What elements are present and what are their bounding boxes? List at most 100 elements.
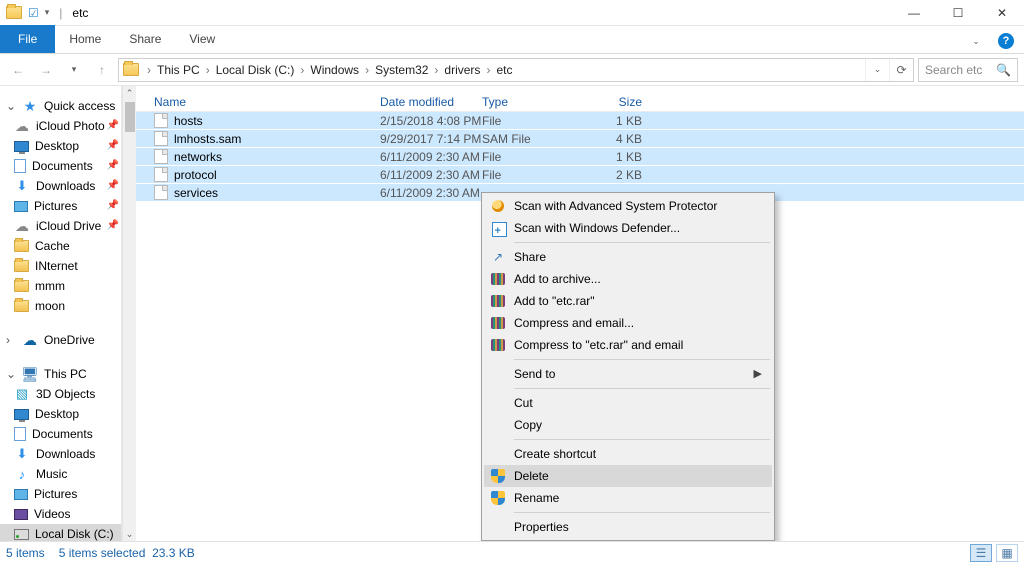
breadcrumb-drivers[interactable]: drivers xyxy=(440,63,484,77)
context-menu-item-cut[interactable]: Cut xyxy=(484,392,772,414)
tab-share[interactable]: Share xyxy=(115,25,175,53)
context-menu-label: Add to archive... xyxy=(514,272,601,286)
sidebar-item-music[interactable]: ♪Music xyxy=(0,464,121,484)
qat-checkbox-icon[interactable]: ☑ xyxy=(28,6,39,20)
cloud-icon: ☁ xyxy=(14,118,30,134)
file-name: protocol xyxy=(174,168,217,182)
sidebar-item-3d-objects[interactable]: ▧3D Objects xyxy=(0,384,121,404)
breadcrumb-sep[interactable]: › xyxy=(298,63,306,77)
context-menu-item-create-shortcut[interactable]: Create shortcut xyxy=(484,443,772,465)
file-row[interactable]: protocol6/11/2009 2:30 AMFile2 KB xyxy=(136,166,1024,184)
context-menu-item-scan-with-windows-defender[interactable]: Scan with Windows Defender... xyxy=(484,217,772,239)
file-type: File xyxy=(482,114,586,128)
address-folder-icon xyxy=(123,63,139,76)
sidebar-item-downloads[interactable]: ⬇Downloads xyxy=(0,444,121,464)
expand-caret-icon[interactable]: ⌄ xyxy=(6,367,16,381)
help-button[interactable]: ? xyxy=(994,29,1018,53)
sidebar-item-cache[interactable]: Cache xyxy=(0,236,121,256)
file-name: hosts xyxy=(174,114,203,128)
tab-view[interactable]: View xyxy=(175,25,229,53)
breadcrumb-sep[interactable]: › xyxy=(145,63,153,77)
sidebar-item-mmm[interactable]: mmm xyxy=(0,276,121,296)
context-menu-item-share[interactable]: ↗Share xyxy=(484,246,772,268)
docs-icon xyxy=(14,159,26,173)
scroll-up-arrow[interactable]: ⌃ xyxy=(123,86,137,100)
sidebar-item-this-pc[interactable]: ⌄🖥This PC xyxy=(0,364,121,384)
sidebar-item-downloads[interactable]: ⬇Downloads📌 xyxy=(0,176,121,196)
context-menu-item-send-to[interactable]: Send to▶ xyxy=(484,363,772,385)
breadcrumb-sep[interactable]: › xyxy=(432,63,440,77)
file-name: services xyxy=(174,186,218,200)
context-menu-item-rename[interactable]: Rename xyxy=(484,487,772,509)
sidebar-item-documents[interactable]: Documents xyxy=(0,424,121,444)
sidebar-item-local-disk-c-[interactable]: Local Disk (C:) xyxy=(0,524,121,541)
context-menu-item-properties[interactable]: Properties xyxy=(484,516,772,538)
column-header-date[interactable]: Date modified xyxy=(380,95,482,109)
context-menu-item-add-to-archive[interactable]: Add to archive... xyxy=(484,268,772,290)
context-menu-item-scan-with-advanced-system-protector[interactable]: Scan with Advanced System Protector xyxy=(484,195,772,217)
sidebar-item-desktop[interactable]: Desktop📌 xyxy=(0,136,121,156)
sidebar-item-label: Documents xyxy=(32,159,93,173)
close-button[interactable]: ✕ xyxy=(980,0,1024,26)
breadcrumb-windows[interactable]: Windows xyxy=(306,63,363,77)
scroll-thumb[interactable] xyxy=(125,102,135,132)
sidebar-item-label: Downloads xyxy=(36,179,95,193)
breadcrumb-sep[interactable]: › xyxy=(363,63,371,77)
breadcrumb-localdisk[interactable]: Local Disk (C:) xyxy=(212,63,299,77)
address-bar[interactable]: › This PC › Local Disk (C:) › Windows › … xyxy=(118,58,914,82)
winrar-icon xyxy=(490,271,506,287)
context-menu-item-compress-and-email[interactable]: Compress and email... xyxy=(484,312,772,334)
sidebar-item-moon[interactable]: moon xyxy=(0,296,121,316)
refresh-button[interactable]: ⟳ xyxy=(889,59,913,81)
recent-dropdown[interactable]: ▾ xyxy=(62,58,86,82)
ribbon-expand-button[interactable]: ⌄ xyxy=(964,29,988,53)
breadcrumb-sep[interactable]: › xyxy=(484,63,492,77)
details-view-button[interactable]: ☰ xyxy=(970,544,992,562)
column-header-type[interactable]: Type xyxy=(482,95,586,109)
context-menu-separator xyxy=(514,439,770,440)
minimize-button[interactable]: — xyxy=(892,0,936,26)
sidebar-item-videos[interactable]: Videos xyxy=(0,504,121,524)
tab-file[interactable]: File xyxy=(0,25,55,53)
monitor-icon xyxy=(14,409,29,420)
maximize-button[interactable]: ☐ xyxy=(936,0,980,26)
qat-dropdown-icon[interactable]: ▾ xyxy=(45,7,50,18)
sidebar-item-icloud-photo[interactable]: ☁iCloud Photo📌 xyxy=(0,116,121,136)
expand-caret-icon[interactable]: ⌄ xyxy=(6,99,16,113)
back-button[interactable]: ← xyxy=(6,58,30,82)
up-button[interactable]: ↑ xyxy=(90,58,114,82)
breadcrumb-thispc[interactable]: This PC xyxy=(153,63,204,77)
context-menu-item-copy[interactable]: Copy xyxy=(484,414,772,436)
sidebar-item-icloud-drive[interactable]: ☁iCloud Drive📌 xyxy=(0,216,121,236)
search-input[interactable]: Search etc 🔍 xyxy=(918,58,1018,82)
sidebar-item-label: Documents xyxy=(32,427,93,441)
breadcrumb-system32[interactable]: System32 xyxy=(371,63,432,77)
sidebar-item-documents[interactable]: Documents📌 xyxy=(0,156,121,176)
breadcrumb-sep[interactable]: › xyxy=(204,63,212,77)
tab-home[interactable]: Home xyxy=(55,25,115,53)
uac-shield-icon xyxy=(490,490,506,506)
address-dropdown-button[interactable]: ⌄ xyxy=(865,59,889,81)
context-menu-separator xyxy=(514,359,770,360)
large-icons-view-button[interactable]: ▦ xyxy=(996,544,1018,562)
context-menu-item-compress-to-etc-rar-and-email[interactable]: Compress to "etc.rar" and email xyxy=(484,334,772,356)
sidebar-item-pictures[interactable]: Pictures📌 xyxy=(0,196,121,216)
file-row[interactable]: lmhosts.sam9/29/2017 7:14 PMSAM File4 KB xyxy=(136,130,1024,148)
sidebar-item-quick-access[interactable]: ⌄★Quick access xyxy=(0,96,121,116)
file-row[interactable]: networks6/11/2009 2:30 AMFile1 KB xyxy=(136,148,1024,166)
column-header-name[interactable]: Name xyxy=(154,95,380,109)
breadcrumb-etc[interactable]: etc xyxy=(492,63,516,77)
file-row[interactable]: hosts2/15/2018 4:08 PMFile1 KB xyxy=(136,112,1024,130)
sidebar-item-internet[interactable]: INternet xyxy=(0,256,121,276)
context-menu-item-delete[interactable]: Delete xyxy=(484,465,772,487)
sidebar-item-label: mmm xyxy=(35,279,65,293)
sidebar-scrollbar[interactable]: ⌃ ⌄ xyxy=(122,86,136,541)
column-header-size[interactable]: Size xyxy=(586,95,642,109)
context-menu-item-add-to-etc-rar[interactable]: Add to "etc.rar" xyxy=(484,290,772,312)
sidebar-item-onedrive[interactable]: ›☁OneDrive xyxy=(0,330,121,350)
scroll-down-arrow[interactable]: ⌄ xyxy=(123,527,137,541)
sidebar-item-pictures[interactable]: Pictures xyxy=(0,484,121,504)
expand-caret-icon[interactable]: › xyxy=(6,333,16,347)
sidebar-item-desktop[interactable]: Desktop xyxy=(0,404,121,424)
forward-button[interactable]: → xyxy=(34,58,58,82)
